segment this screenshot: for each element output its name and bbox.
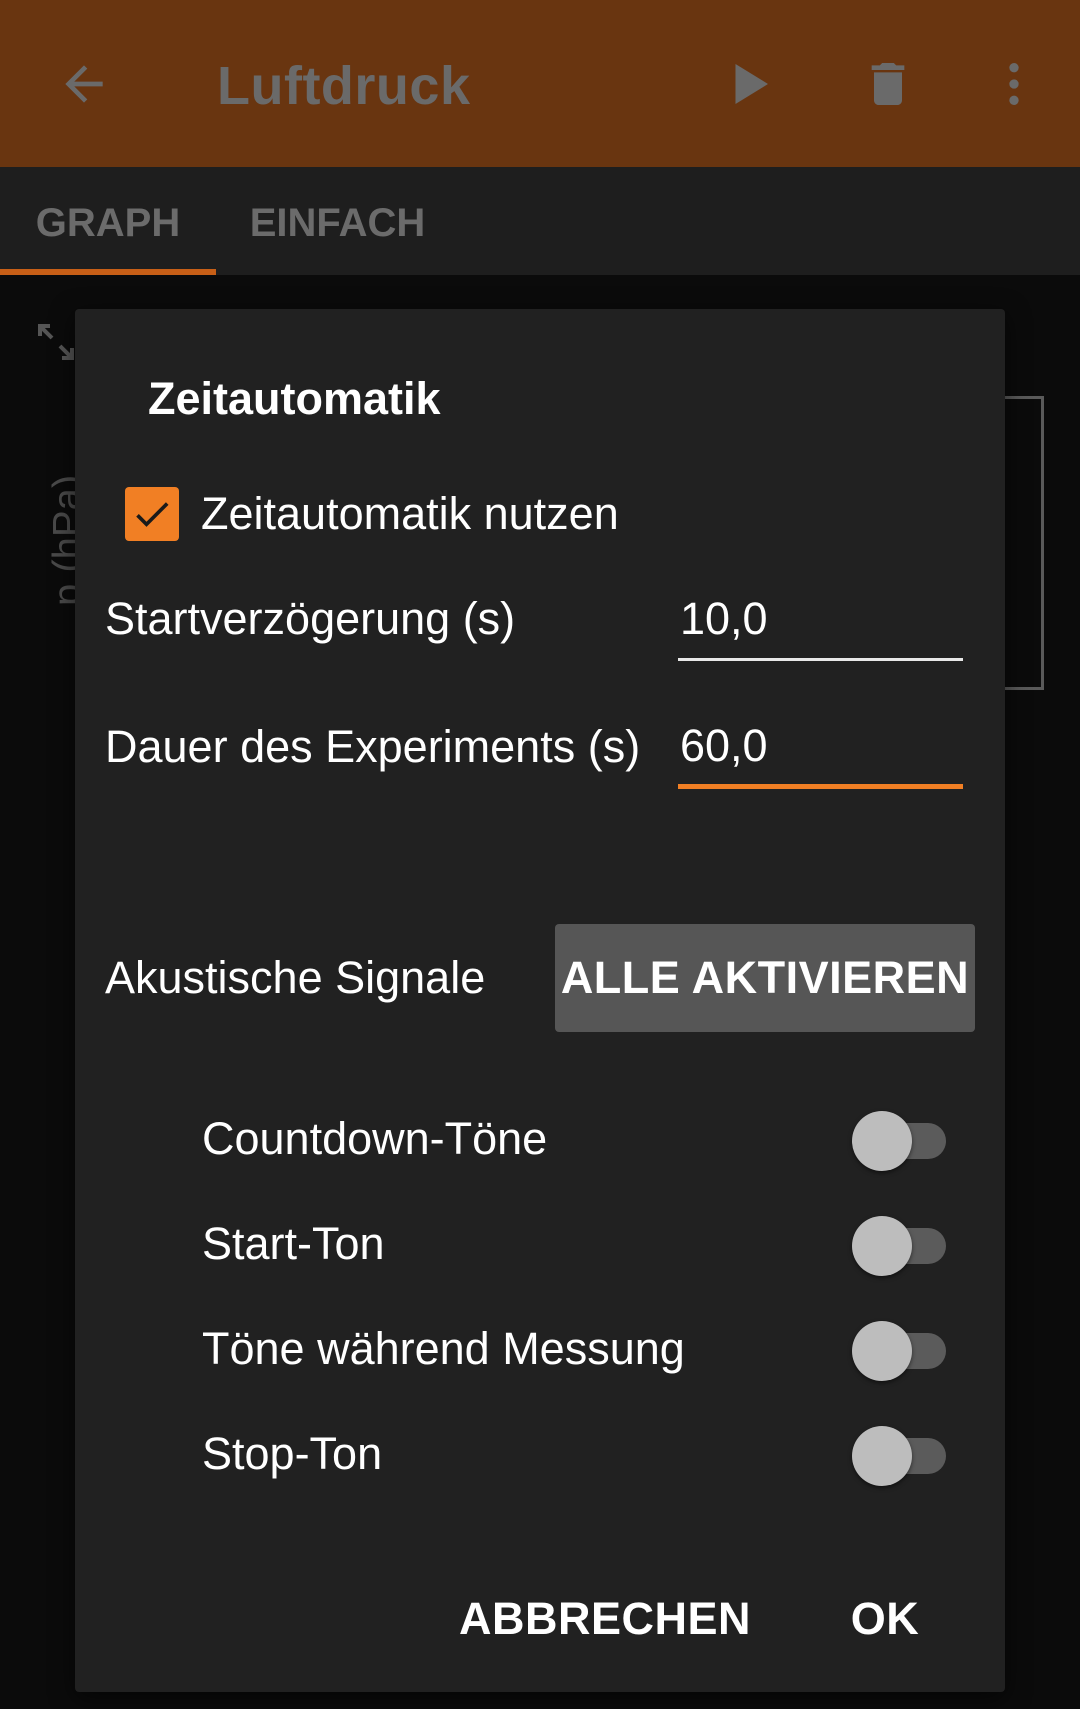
ok-button[interactable]: OK	[825, 1579, 945, 1659]
stop-tone-label: Stop-Ton	[202, 1428, 383, 1479]
tab-bar: GRAPH EINFACH	[0, 167, 1080, 275]
start-tone-label: Start-Ton	[202, 1218, 385, 1269]
expand-button[interactable]	[32, 318, 80, 366]
duration-label: Dauer des Experiments (s)	[105, 721, 641, 772]
start-delay-label: Startverzögerung (s)	[105, 593, 516, 644]
toolbar: Luftdruck	[0, 0, 1080, 167]
measurement-tones-label: Töne während Messung	[202, 1323, 685, 1374]
tab-indicator	[0, 269, 216, 275]
trash-icon	[871, 63, 905, 105]
checkmark-icon	[136, 502, 169, 527]
cancel-button[interactable]: ABBRECHEN	[455, 1579, 755, 1659]
time-automation-dialog: Zeitautomatik Zeitautomatik nutzen Start…	[75, 309, 1005, 1692]
switch-thumb	[852, 1321, 912, 1381]
play-icon	[735, 64, 768, 104]
enable-all-button[interactable]: ALLE AKTIVIEREN	[555, 924, 975, 1032]
start-delay-row: Startverzögerung (s)	[105, 579, 975, 661]
start-tone-switch[interactable]	[852, 1216, 952, 1276]
switch-thumb	[852, 1426, 912, 1486]
dialog-actions: ABBRECHEN OK	[75, 1579, 1005, 1659]
tab-graph[interactable]: GRAPH	[0, 167, 216, 275]
tab-einfach[interactable]: EINFACH	[230, 167, 445, 275]
expand-icon	[38, 324, 74, 360]
countdown-tones-switch[interactable]	[852, 1111, 952, 1171]
acoustic-signals-label: Akustische Signale	[105, 952, 486, 1003]
use-automation-label: Zeitautomatik nutzen	[201, 488, 619, 539]
app-screen: Luftdruck GRAPH EINFACH p (hPa) Zeitauto…	[0, 0, 1080, 1709]
toggle-row-start: Start-Ton	[202, 1204, 952, 1284]
start-delay-input[interactable]	[678, 579, 963, 661]
use-automation-row[interactable]: Zeitautomatik nutzen	[125, 479, 619, 549]
page-title: Luftdruck	[217, 56, 471, 116]
use-automation-checkbox[interactable]	[125, 487, 179, 541]
toggle-row-stop: Stop-Ton	[202, 1414, 952, 1494]
more-options-button[interactable]	[974, 44, 1054, 124]
dialog-title: Zeitautomatik	[148, 373, 441, 424]
measurement-tones-switch[interactable]	[852, 1321, 952, 1381]
back-button[interactable]	[44, 44, 124, 124]
countdown-tones-label: Countdown-Töne	[202, 1113, 548, 1164]
toggle-row-during: Töne während Messung	[202, 1309, 952, 1389]
acoustic-signals-row: Akustische Signale ALLE AKTIVIEREN	[105, 924, 975, 1032]
arrow-back-icon	[65, 65, 103, 103]
switch-thumb	[852, 1111, 912, 1171]
play-button[interactable]	[708, 44, 788, 124]
switch-thumb	[852, 1216, 912, 1276]
toggle-row-countdown: Countdown-Töne	[202, 1099, 952, 1179]
stop-tone-switch[interactable]	[852, 1426, 952, 1486]
more-vert-icon	[1009, 63, 1019, 105]
duration-row: Dauer des Experiments (s)	[105, 707, 975, 789]
duration-input[interactable]	[678, 707, 963, 789]
delete-button[interactable]	[848, 44, 928, 124]
